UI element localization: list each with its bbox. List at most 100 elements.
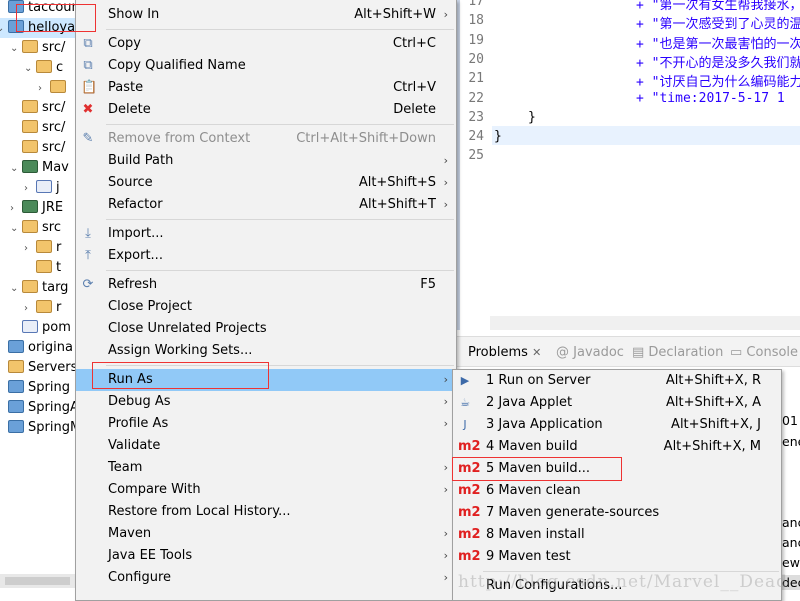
tree-item[interactable]: ⌄ c bbox=[24, 58, 80, 78]
submenu-item-6-maven-clean[interactable]: m2 6 Maven clean bbox=[453, 480, 781, 502]
shortcut: Alt+Shift+X, R bbox=[665, 373, 761, 388]
menu-item-remove-from-context[interactable]: ✎ Remove from Context Ctrl+Alt+Shift+Down bbox=[76, 128, 456, 150]
tree-item[interactable]: SpringM bbox=[0, 418, 81, 438]
menu-item-validate[interactable]: Validate bbox=[76, 435, 456, 457]
tree-item[interactable]: src/ bbox=[10, 118, 80, 138]
java-applet-icon: ☕ bbox=[460, 396, 470, 409]
tree-item-label: taccoun bbox=[28, 0, 80, 15]
menu-item-profile-as[interactable]: Profile As › bbox=[76, 413, 456, 435]
tree-item[interactable]: pom bbox=[10, 318, 80, 338]
tree-item[interactable]: › r bbox=[24, 298, 80, 318]
expand-arrow-icon[interactable]: › bbox=[24, 299, 36, 319]
menu-item-paste[interactable]: 📋 Paste Ctrl+V bbox=[76, 77, 456, 99]
expand-arrow-icon[interactable]: ⌄ bbox=[10, 219, 22, 239]
menu-item-debug-as[interactable]: Debug As › bbox=[76, 391, 456, 413]
tree-item[interactable]: › r bbox=[24, 238, 80, 258]
tree-item[interactable]: › j bbox=[24, 178, 80, 198]
tree-item[interactable]: SpringA bbox=[0, 398, 80, 418]
menu-item-import[interactable]: ⤓ Import... bbox=[76, 223, 456, 245]
submenu-arrow-icon: › bbox=[443, 571, 448, 584]
tree-item[interactable]: › JRE bbox=[10, 198, 80, 218]
tab-declaration[interactable]: ▤ Declaration bbox=[632, 345, 723, 360]
menu-item-copy-qualified-name[interactable]: ⧉ Copy Qualified Name bbox=[76, 55, 456, 77]
tree-item[interactable]: Spring bbox=[0, 378, 80, 398]
menu-item-export[interactable]: ⤒ Export... bbox=[76, 245, 456, 267]
expand-arrow-icon[interactable]: › bbox=[38, 79, 50, 99]
submenu-item-9-maven-test[interactable]: m2 9 Maven test bbox=[453, 546, 781, 568]
explorer-horizontal-scrollbar[interactable] bbox=[0, 574, 80, 588]
tree-item[interactable]: taccoun bbox=[0, 0, 80, 18]
menu-item-label: Paste bbox=[108, 80, 144, 95]
menu-item-delete[interactable]: ✖ Delete Delete bbox=[76, 99, 456, 121]
menu-item-close-unrelated-projects[interactable]: Close Unrelated Projects bbox=[76, 318, 456, 340]
submenu-item-2-java-applet[interactable]: ☕ 2 Java Applet Alt+Shift+X, A bbox=[453, 392, 781, 414]
expand-arrow-icon[interactable]: › bbox=[24, 239, 36, 259]
tree-item[interactable]: Servers bbox=[0, 358, 80, 378]
folder-icon bbox=[22, 220, 38, 233]
import-icon: ⤓ bbox=[85, 226, 91, 241]
menu-item-refresh[interactable]: ⟳ Refresh F5 bbox=[76, 274, 456, 296]
submenu-item-8-maven-install[interactable]: m2 8 Maven install bbox=[453, 524, 781, 546]
tree-item[interactable]: ⌄ src bbox=[10, 218, 80, 238]
code-editor[interactable]: 17 + "第一次有女生帮我接水，第 18 + "第一次感受到了心灵的温暖 19 + "也… bbox=[457, 0, 800, 330]
shortcut: Alt+Shift+X, M bbox=[663, 439, 761, 454]
menu-item-copy[interactable]: ⧉ Copy Ctrl+C bbox=[76, 33, 456, 55]
shortcut: Alt+Shift+W bbox=[354, 7, 436, 22]
tree-item[interactable]: ⌄ src/ bbox=[10, 38, 80, 58]
menu-item-configure[interactable]: Configure › bbox=[76, 567, 456, 589]
shortcut: Delete bbox=[393, 102, 436, 117]
table-fragment: anc bbox=[782, 515, 800, 530]
expand-arrow-icon[interactable]: ⌄ bbox=[24, 59, 36, 79]
menu-item-run-as[interactable]: Run As › bbox=[76, 369, 456, 391]
tree-item[interactable]: t bbox=[24, 258, 80, 278]
menu-item-refactor[interactable]: Refactor Alt+Shift+T › bbox=[76, 194, 456, 216]
submenu-item-4-maven-build[interactable]: m2 4 Maven build Alt+Shift+X, M bbox=[453, 436, 781, 458]
menu-item-assign-working-sets[interactable]: Assign Working Sets... bbox=[76, 340, 456, 362]
submenu-item-3-java-application[interactable]: J 3 Java Application Alt+Shift+X, J bbox=[453, 414, 781, 436]
submenu-item-1-run-on-server[interactable]: ▶ 1 Run on Server Alt+Shift+X, R bbox=[453, 370, 781, 392]
code-line: + "不开心的是没多久我们就要 bbox=[636, 55, 800, 71]
library-icon bbox=[22, 200, 38, 213]
menu-item-label: Team bbox=[108, 460, 143, 475]
expand-arrow-icon[interactable]: ⌄ bbox=[10, 39, 22, 59]
expand-arrow-icon[interactable]: › bbox=[24, 179, 36, 199]
tab-javadoc[interactable]: @ Javadoc bbox=[556, 345, 624, 360]
menu-item-java-ee-tools[interactable]: Java EE Tools › bbox=[76, 545, 456, 567]
submenu-item-7-maven-generate-sources[interactable]: m2 7 Maven generate-sources bbox=[453, 502, 781, 524]
tab-console[interactable]: ▭ Console bbox=[730, 345, 798, 360]
tree-item[interactable]: ⌄ helloya bbox=[0, 18, 80, 38]
tree-item-label: src/ bbox=[42, 100, 66, 115]
maven-m2-icon: m2 bbox=[458, 439, 481, 454]
menu-separator bbox=[76, 216, 456, 223]
tree-item[interactable]: src/ bbox=[10, 138, 80, 158]
project-icon bbox=[8, 340, 24, 353]
expand-arrow-icon[interactable]: › bbox=[10, 199, 22, 219]
project-icon bbox=[8, 400, 24, 413]
menu-item-show-in[interactable]: Show In Alt+Shift+W › bbox=[76, 4, 456, 26]
menu-item-label: Copy bbox=[108, 36, 141, 51]
menu-item-build-path[interactable]: Build Path › bbox=[76, 150, 456, 172]
tree-item[interactable]: origina bbox=[0, 338, 80, 358]
expand-arrow-icon[interactable]: ⌄ bbox=[10, 279, 22, 299]
submenu-item-5-maven-build[interactable]: m2 5 Maven build... bbox=[453, 458, 781, 480]
expand-arrow-icon[interactable]: ⌄ bbox=[10, 159, 22, 179]
library-icon bbox=[22, 160, 38, 173]
tree-item[interactable]: ⌄ targ bbox=[10, 278, 80, 298]
tree-item[interactable]: ⌄ Mav bbox=[10, 158, 80, 178]
tree-item[interactable]: src/ bbox=[10, 98, 80, 118]
tab-problems[interactable]: Problems ✕ bbox=[468, 345, 541, 360]
menu-item-source[interactable]: Source Alt+Shift+S › bbox=[76, 172, 456, 194]
close-tab-icon[interactable]: ✕ bbox=[532, 346, 541, 359]
menu-separator bbox=[76, 121, 456, 128]
menu-item-restore-from-local-history[interactable]: Restore from Local History... bbox=[76, 501, 456, 523]
tree-item[interactable]: › bbox=[38, 78, 80, 98]
editor-horizontal-scrollbar[interactable] bbox=[490, 316, 800, 330]
menu-item-label: Compare With bbox=[108, 482, 201, 497]
menu-item-compare-with[interactable]: Compare With › bbox=[76, 479, 456, 501]
menu-item-maven[interactable]: Maven › bbox=[76, 523, 456, 545]
source-folder-icon bbox=[22, 140, 38, 153]
submenu-arrow-icon: › bbox=[443, 154, 448, 167]
menu-item-close-project[interactable]: Close Project bbox=[76, 296, 456, 318]
expand-arrow-icon[interactable]: ⌄ bbox=[0, 19, 8, 39]
menu-item-team[interactable]: Team › bbox=[76, 457, 456, 479]
